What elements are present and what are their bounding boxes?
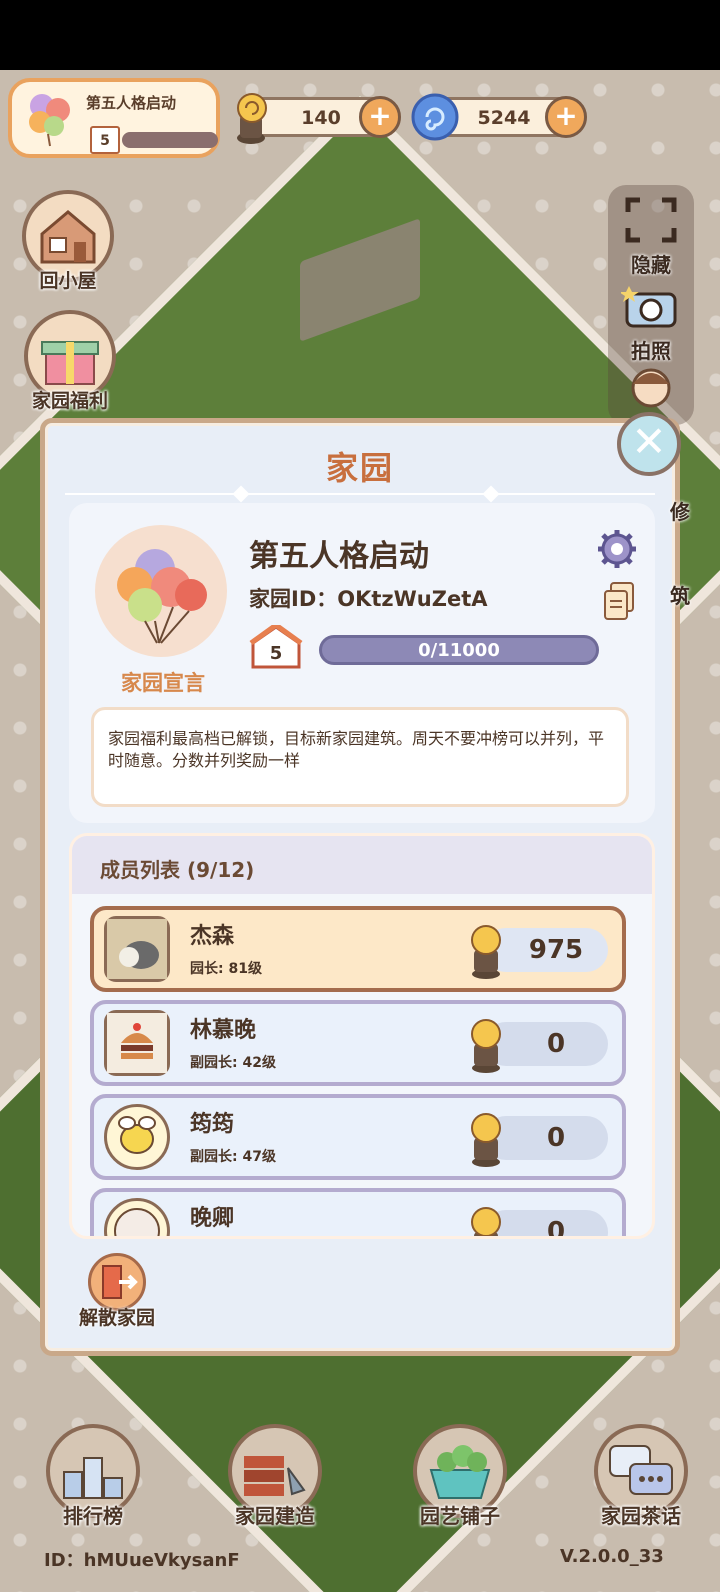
snail-amount: 140 — [301, 107, 341, 129]
welfare-button[interactable]: 家园福利 — [16, 310, 124, 413]
dissolve-label: 解散家园 — [78, 1307, 155, 1329]
snail-icon — [237, 93, 267, 144]
garden-avatar[interactable] — [95, 525, 227, 657]
status-bar-area — [0, 0, 720, 70]
nav-ranking-label: 排行榜 — [63, 1504, 123, 1528]
snail-trophy-icon — [471, 925, 501, 979]
swirl-icon — [411, 93, 459, 141]
members-title: 成员列表 (9/12) — [72, 836, 652, 894]
balloons-icon — [117, 549, 207, 644]
bird-avatar-icon — [107, 919, 167, 979]
nav-build[interactable]: 家园建造 — [220, 1424, 330, 1529]
member-row[interactable]: 晚卿 0 — [90, 1188, 626, 1236]
nav-shop[interactable]: 园艺铺子 — [405, 1424, 515, 1529]
nav-ranking[interactable]: 排行榜 — [38, 1424, 148, 1529]
add-swirl-button[interactable]: + — [545, 96, 587, 138]
garden-name: 第五人格启动 — [249, 539, 429, 574]
welfare-label: 家园福利 — [31, 390, 108, 412]
home-button[interactable]: 回小屋 — [18, 190, 118, 293]
garden-info-card: 家园宣言 第五人格启动 家园ID：OKtzWuZetA 5 0/11000 家园… — [69, 503, 655, 823]
member-avatar — [104, 916, 170, 982]
member-avatar — [104, 1010, 170, 1076]
hud-garden-name: 第五人格启动 — [86, 94, 177, 112]
snail-trophy-icon — [471, 1113, 501, 1167]
dissolve-garden-button[interactable]: 解散家园 — [67, 1253, 167, 1330]
version-text: V.2.0.0_33 — [560, 1546, 664, 1567]
declaration-label: 家园宣言 — [121, 671, 205, 695]
member-row[interactable]: 杰森 园长: 81级 975 — [90, 906, 626, 992]
camera-icon — [619, 286, 677, 328]
nav-shop-label: 园艺铺子 — [420, 1504, 500, 1528]
member-avatar — [104, 1198, 170, 1236]
member-role: 副园长: 47级 — [190, 1149, 276, 1165]
member-avatar — [104, 1104, 170, 1170]
decor-label: 修 — [670, 500, 690, 524]
snail-trophy-icon — [471, 1019, 501, 1073]
build-side-button[interactable]: 筑 — [660, 580, 700, 609]
gear-icon[interactable] — [597, 529, 637, 569]
photo-button[interactable]: 拍照 — [608, 284, 694, 364]
member-role: 副园长: 42级 — [190, 1055, 276, 1071]
hud-progress-bar — [122, 132, 218, 148]
member-name: 林慕晚 — [190, 1018, 257, 1043]
title-divider — [65, 493, 655, 495]
player-id: ID：hMUueVkysanF — [44, 1550, 240, 1571]
garden-dialog: 家园 家园宣言 第五人格启动 家园ID：OKtzWuZetA 5 0/11000… — [40, 418, 680, 1356]
balloons-icon — [29, 94, 70, 147]
sheep-avatar-icon — [114, 1208, 160, 1236]
garden-id: 家园ID：OKtzWuZetA — [249, 587, 488, 611]
decor-button[interactable]: 修 — [660, 496, 700, 525]
nav-chat-label: 家园茶话 — [601, 1504, 681, 1528]
members-card: 成员列表 (9/12) 杰森 园长: 81级 975 林慕晚 副园长: 42级 … — [69, 833, 655, 1239]
member-row[interactable]: 林慕晚 副园长: 42级 0 — [90, 1000, 626, 1086]
member-row[interactable]: 筠筠 副园长: 47级 0 — [90, 1094, 626, 1180]
member-name: 杰森 — [190, 924, 235, 949]
dialog-title: 家园 — [325, 449, 394, 487]
burger-avatar-icon — [107, 1013, 167, 1073]
experience-bar: 0/11000 — [319, 635, 599, 665]
hud-level-badge: 5 — [90, 126, 120, 154]
add-snail-button[interactable]: + — [359, 96, 401, 138]
nav-build-label: 家园建造 — [235, 1504, 315, 1528]
character-icon — [631, 368, 671, 408]
garden-badge[interactable]: 第五人格启动 5 — [8, 78, 220, 158]
declaration-text: 家园福利最高档已解锁，目标新家园建筑。周天不要冲榜可以并列，平时随意。分数并列奖… — [91, 707, 629, 807]
nav-chat[interactable]: 家园茶话 — [586, 1424, 696, 1529]
build-side-label: 筑 — [670, 584, 690, 608]
character-button[interactable] — [608, 362, 694, 415]
bee-avatar-icon — [118, 1116, 156, 1154]
member-name: 晚卿 — [190, 1206, 235, 1231]
swirl-amount: 5244 — [477, 107, 531, 129]
garden-level: 5 — [269, 643, 283, 664]
hide-label: 隐藏 — [631, 253, 671, 277]
home-label: 回小屋 — [39, 270, 97, 292]
photo-label: 拍照 — [631, 339, 671, 363]
hide-button[interactable]: 隐藏 — [608, 196, 694, 278]
close-button[interactable]: ✕ — [617, 412, 681, 476]
exit-arrow-icon — [102, 1265, 138, 1299]
expand-icon — [625, 197, 677, 243]
snail-trophy-icon — [471, 1207, 501, 1236]
experience-text: 0/11000 — [418, 640, 500, 661]
member-name: 筠筠 — [190, 1112, 235, 1137]
copy-icon[interactable] — [601, 581, 637, 621]
member-role: 园长: 81级 — [190, 961, 262, 977]
